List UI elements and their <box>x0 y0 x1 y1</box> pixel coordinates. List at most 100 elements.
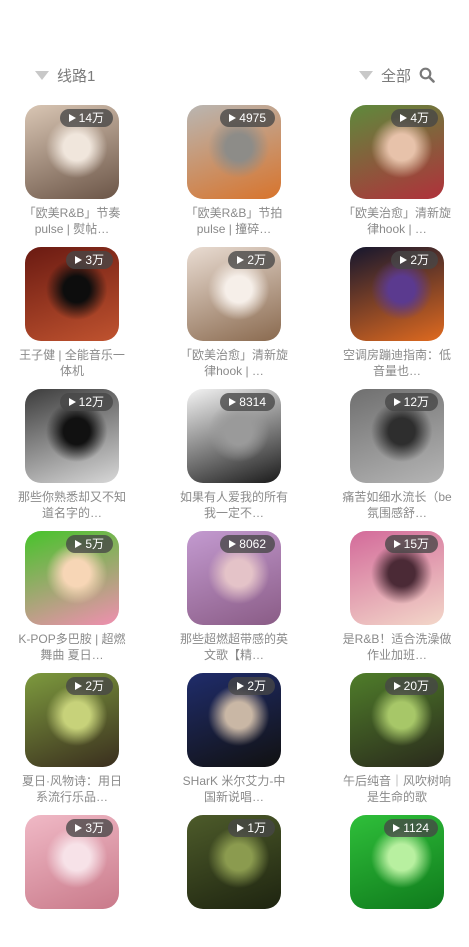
playlist-cover: 3万 <box>25 815 119 909</box>
play-count-badge: 1万 <box>228 819 275 837</box>
play-count: 15万 <box>403 537 429 551</box>
playlist-title: 王子健 | 全能音乐一体机 <box>19 348 125 378</box>
play-icon <box>229 540 237 548</box>
dropdown-triangle-icon <box>359 70 373 80</box>
play-count-badge: 4975 <box>220 109 275 127</box>
play-count-badge: 20万 <box>384 677 438 695</box>
play-icon <box>237 824 245 832</box>
playlist-card[interactable]: 3万 <box>17 815 127 947</box>
playlist-cover: 4975 <box>187 105 281 199</box>
playlist-card[interactable]: 1万 <box>179 815 289 947</box>
play-count: 12万 <box>403 395 429 409</box>
play-count: 8062 <box>239 537 266 551</box>
play-count: 2万 <box>85 679 104 693</box>
play-icon <box>68 114 76 122</box>
playlist-card[interactable]: 2万 夏日·风物诗：用日系流行乐品… <box>17 673 127 805</box>
play-count-badge: 12万 <box>59 393 113 411</box>
play-count-badge: 2万 <box>391 251 438 269</box>
playlist-cover: 8062 <box>187 531 281 625</box>
playlist-title: 那些你熟悉却又不知道名字的… <box>17 490 126 520</box>
playlist-title: 那些超燃超带感的英文歌【精… <box>179 632 288 662</box>
playlist-card[interactable]: 5万 K-POP多巴胺 | 超燃舞曲 夏日… <box>17 531 127 663</box>
play-icon <box>75 256 83 264</box>
play-icon <box>237 682 245 690</box>
playlist-title: 「欧美R&B」节奏pulse | 熨帖… <box>23 206 121 236</box>
playlist-card[interactable]: 3万王子健 | 全能音乐一体机 <box>17 247 127 379</box>
playlist-cover: 2万 <box>25 673 119 767</box>
playlist-title: 是R&B！适合洗澡做作业加班… <box>342 632 452 662</box>
top-bar: 线路1 全部 <box>0 62 469 88</box>
playlist-card[interactable]: 2万「欧美治愈」清新旋律hook | … <box>179 247 289 379</box>
playlist-card[interactable]: 8314 如果有人爱我的所有 我一定不… <box>179 389 289 521</box>
play-count: 3万 <box>85 821 104 835</box>
play-count: 1万 <box>247 821 266 835</box>
playlist-cover: 4万 <box>350 105 444 199</box>
playlist-card[interactable]: 4975 「欧美R&B」节拍pulse | 撞碎… <box>179 105 289 237</box>
play-icon <box>75 824 83 832</box>
playlist-card[interactable]: 12万那些你熟悉却又不知道名字的… <box>17 389 127 521</box>
playlist-cover: 14万 <box>25 105 119 199</box>
play-icon <box>400 114 408 122</box>
playlist-cover: 8314 <box>187 389 281 483</box>
playlist-card[interactable]: 8062 那些超燃超带感的英文歌【精… <box>179 531 289 663</box>
play-count: 20万 <box>403 679 429 693</box>
playlist-cover: 20万 <box>350 673 444 767</box>
playlist-cover: 2万 <box>350 247 444 341</box>
play-icon <box>393 824 401 832</box>
playlist-title: 「欧美治愈」清新旋律hook | … <box>342 206 451 236</box>
play-count-badge: 14万 <box>59 109 113 127</box>
playlist-card[interactable]: 4万「欧美治愈」清新旋律hook | … <box>342 105 452 237</box>
play-icon <box>75 682 83 690</box>
play-count-badge: 8314 <box>220 393 275 411</box>
filter-label: 全部 <box>381 67 412 85</box>
play-count-badge: 2万 <box>66 677 113 695</box>
playlist-card[interactable]: 2万 SHarK 米尔艾力-中国新说唱… <box>179 673 289 805</box>
play-icon <box>237 256 245 264</box>
play-icon <box>393 398 401 406</box>
play-count-badge: 4万 <box>391 109 438 127</box>
play-count-badge: 15万 <box>384 535 438 553</box>
playlist-cover: 1万 <box>187 815 281 909</box>
play-count: 2万 <box>247 253 266 267</box>
playlist-card[interactable]: 14万「欧美R&B」节奏pulse | 熨帖… <box>17 105 127 237</box>
play-count-badge: 12万 <box>384 393 438 411</box>
play-count: 4975 <box>239 111 266 125</box>
playlist-card[interactable]: 12万痛苦如细水流长（be氛围感舒… <box>342 389 452 521</box>
playlist-title: 「欧美R&B」节拍pulse | 撞碎… <box>185 206 283 236</box>
play-icon <box>229 114 237 122</box>
play-count-badge: 5万 <box>66 535 113 553</box>
play-icon <box>393 682 401 690</box>
play-count: 5万 <box>85 537 104 551</box>
play-count-badge: 2万 <box>228 251 275 269</box>
playlist-title: 空调房蹦迪指南：低音量也… <box>342 348 451 378</box>
playlist-title <box>179 915 289 947</box>
playlist-card[interactable]: 1124 <box>342 815 452 947</box>
playlist-cover: 3万 <box>25 247 119 341</box>
play-icon <box>68 398 76 406</box>
play-count: 14万 <box>78 111 104 125</box>
playlist-cover: 12万 <box>350 389 444 483</box>
search-icon[interactable] <box>419 67 435 83</box>
playlist-card[interactable]: 2万空调房蹦迪指南：低音量也… <box>342 247 452 379</box>
playlist-card[interactable]: 15万是R&B！适合洗澡做作业加班… <box>342 531 452 663</box>
play-count: 2万 <box>410 253 429 267</box>
playlist-title <box>17 915 127 947</box>
playlist-cover: 2万 <box>187 247 281 341</box>
play-count: 8314 <box>239 395 266 409</box>
play-count-badge: 1124 <box>384 819 438 837</box>
category-filter[interactable]: 全部 <box>359 62 411 88</box>
playlist-title: 痛苦如细水流长（be氛围感舒… <box>342 490 452 520</box>
play-icon <box>75 540 83 548</box>
play-icon <box>393 540 401 548</box>
play-count-badge: 8062 <box>220 535 275 553</box>
play-icon <box>400 256 408 264</box>
route-selector[interactable]: 线路1 <box>35 62 95 88</box>
play-icon <box>229 398 237 406</box>
playlist-card[interactable]: 20万 午后纯音｜风吹树响是生命的歌 <box>342 673 452 805</box>
playlist-cover: 15万 <box>350 531 444 625</box>
route-label: 线路1 <box>57 67 96 85</box>
play-count: 3万 <box>85 253 104 267</box>
playlist-title: 如果有人爱我的所有 我一定不… <box>179 490 288 520</box>
playlist-title: K-POP多巴胺 | 超燃舞曲 夏日… <box>18 632 126 662</box>
playlist-title: 「欧美治愈」清新旋律hook | … <box>179 348 288 378</box>
